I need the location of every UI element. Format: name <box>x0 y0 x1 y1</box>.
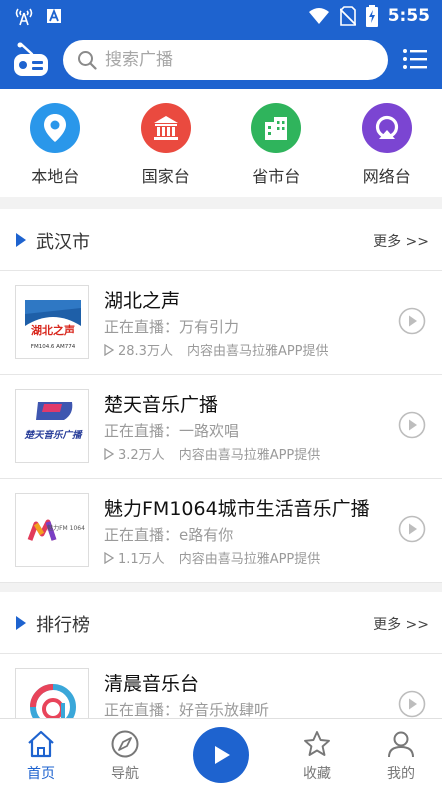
category-national[interactable]: 国家台 <box>121 103 211 187</box>
radio-tower-icon <box>15 8 33 26</box>
station-row[interactable]: 楚天音乐广播 楚天音乐广播 正在直播：一路欢唱 3.2万人 内容由喜马拉雅APP… <box>0 375 442 479</box>
listeners-play-icon <box>104 343 114 356</box>
station-name: 湖北之声 <box>104 290 181 312</box>
station-row[interactable]: 清晨音乐台 正在直播：好音乐放肆听 <box>0 654 442 718</box>
search-icon <box>78 51 97 70</box>
category-provincial[interactable]: 省市台 <box>231 103 321 187</box>
station-logo: 魅力FM 1064 <box>15 493 89 567</box>
more-link[interactable]: 更多 >> <box>373 231 429 251</box>
section-header: 排行榜 更多 >> <box>0 592 442 654</box>
more-link[interactable]: 更多 >> <box>373 614 429 634</box>
station-row[interactable]: 魅力FM 1064 魅力FM1064城市生活音乐广播 正在直播：e路有你 1.1… <box>0 479 442 583</box>
section-title: 排行榜 <box>36 615 90 636</box>
section-title: 武汉市 <box>36 232 90 253</box>
menu-list-icon[interactable] <box>402 46 428 72</box>
building-icon <box>251 103 302 153</box>
listeners-play-icon <box>104 551 114 564</box>
station-name: 楚天音乐广播 <box>104 394 219 416</box>
station-name: 清晨音乐台 <box>104 673 200 695</box>
content-source: 内容由喜马拉雅APP提供 <box>178 552 321 567</box>
listener-count: 1.1万人 <box>118 552 165 567</box>
svg-text:楚天音乐广播: 楚天音乐广播 <box>23 429 83 441</box>
station-live: 正在直播：e路有你 <box>104 526 234 544</box>
listener-count: 3.2万人 <box>118 448 165 463</box>
category-network[interactable]: 网络台 <box>342 103 432 187</box>
header: 5:55 <box>0 0 442 89</box>
svg-text:FM104.6 AM774: FM104.6 AM774 <box>31 344 76 350</box>
user-icon <box>388 731 414 758</box>
category-label: 省市台 <box>252 167 301 186</box>
tab-label: 收藏 <box>303 766 331 782</box>
font-icon <box>47 8 61 23</box>
status-bar: 5:55 <box>0 0 442 32</box>
battery-charging-icon <box>365 5 378 27</box>
play-circle-icon[interactable] <box>398 307 426 335</box>
svg-text:湖北之声: 湖北之声 <box>31 323 75 337</box>
compass-icon <box>111 730 139 758</box>
section-local-city: 武汉市 更多 >> 湖北之声 FM104.6 AM774 湖北之声 正在直播：万… <box>0 209 442 583</box>
star-icon <box>304 731 330 756</box>
section-header: 武汉市 更多 >> <box>0 209 442 271</box>
play-icon <box>215 746 230 764</box>
station-meta: 3.2万人 内容由喜马拉雅APP提供 <box>104 444 320 463</box>
main-play-button[interactable] <box>193 727 249 783</box>
category-label: 国家台 <box>141 167 190 186</box>
wifi-icon <box>308 8 329 24</box>
tab-favorites[interactable]: 收藏 <box>282 719 352 787</box>
station-logo: 湖北之声 FM104.6 AM774 <box>15 285 89 359</box>
play-circle-icon[interactable] <box>398 690 426 718</box>
content-source: 内容由喜马拉雅APP提供 <box>186 344 329 359</box>
tab-home[interactable]: 首页 <box>6 719 76 787</box>
category-local[interactable]: 本地台 <box>10 103 100 187</box>
station-live: 正在直播：好音乐放肆听 <box>104 701 270 718</box>
app-screen: 5:55 搜索广播 本地台 国家台 省市台 网络台 武汉市 更多 >> 湖北之声… <box>0 0 442 787</box>
category-label: 网络台 <box>362 167 411 186</box>
station-meta: 1.1万人 内容由喜马拉雅APP提供 <box>104 548 320 567</box>
category-label: 本地台 <box>31 167 80 186</box>
listeners-play-icon <box>104 447 114 460</box>
status-time: 5:55 <box>387 6 430 26</box>
home-icon <box>28 730 54 758</box>
search-bar[interactable] <box>63 40 388 80</box>
station-row[interactable]: 湖北之声 FM104.6 AM774 湖北之声 正在直播：万有引力 28.3万人… <box>0 271 442 375</box>
svg-text:魅力FM 1064: 魅力FM 1064 <box>47 524 85 532</box>
station-logo <box>15 668 89 718</box>
app-bar <box>0 38 442 82</box>
station-logo: 楚天音乐广播 <box>15 389 89 463</box>
government-icon <box>140 103 191 153</box>
listener-count: 28.3万人 <box>118 344 173 359</box>
no-sim-icon <box>339 6 356 26</box>
tab-label: 导航 <box>111 766 139 782</box>
location-icon <box>30 103 81 153</box>
tab-label: 我的 <box>387 766 415 782</box>
radio-logo-icon[interactable] <box>12 42 50 78</box>
bottom-nav: 首页 导航 收藏 我的 <box>0 718 442 787</box>
network-icon <box>361 103 412 153</box>
tab-profile[interactable]: 我的 <box>366 719 436 787</box>
category-strip: 本地台 国家台 省市台 网络台 <box>0 89 442 197</box>
play-circle-icon[interactable] <box>398 515 426 543</box>
station-live: 正在直播：万有引力 <box>104 318 240 336</box>
triangle-marker-icon <box>16 616 26 630</box>
station-name: 魅力FM1064城市生活音乐广播 <box>104 498 370 520</box>
tab-label: 首页 <box>27 766 55 782</box>
station-live: 正在直播：一路欢唱 <box>104 422 240 440</box>
section-ranking: 排行榜 更多 >> 清晨音乐台 正在直播：好音乐放肆听 <box>0 592 442 718</box>
content-source: 内容由喜马拉雅APP提供 <box>178 448 321 463</box>
station-meta: 28.3万人 内容由喜马拉雅APP提供 <box>104 340 329 359</box>
tab-navigation[interactable]: 导航 <box>90 719 160 787</box>
triangle-marker-icon <box>16 233 26 247</box>
play-circle-icon[interactable] <box>398 411 426 439</box>
search-input[interactable] <box>105 50 345 70</box>
